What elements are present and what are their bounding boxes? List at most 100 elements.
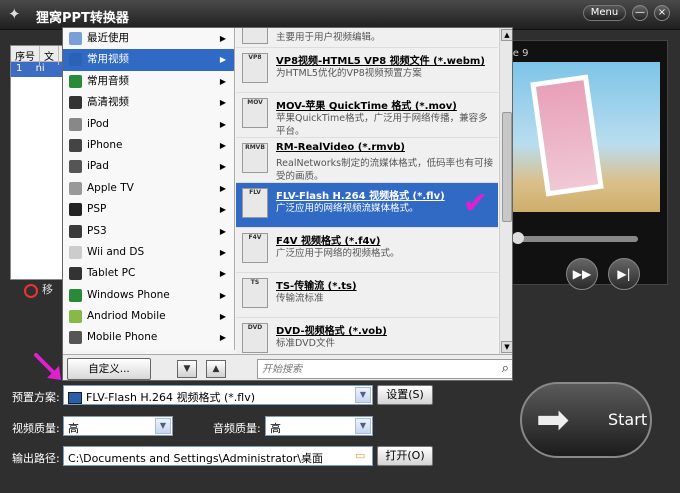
- output-path-value: C:\Documents and Settings\Administrator\…: [68, 452, 324, 465]
- fast-forward-icon: ▶▶: [572, 267, 592, 281]
- scroll-up-icon[interactable]: ▲: [501, 29, 512, 41]
- preset-select[interactable]: FLV-Flash H.264 视频格式 (*.flv) ▼: [63, 385, 373, 405]
- category-icon: [69, 203, 82, 217]
- seek-handle[interactable]: [512, 232, 524, 244]
- category-item[interactable]: Mobile Phone ▶: [63, 327, 234, 348]
- format-title: TS-传输流 (*.ts): [276, 281, 357, 292]
- category-icon: [69, 138, 82, 152]
- chevron-right-icon: ▶: [219, 55, 226, 65]
- start-label: Start: [608, 410, 648, 429]
- category-label: 最近使用: [87, 32, 129, 44]
- move-down-button[interactable]: ▼: [177, 360, 197, 378]
- video-quality-label: 视频质量:: [12, 422, 60, 435]
- format-item[interactable]: MOV MOV-苹果 QuickTime 格式 (*.mov) 苹果QuickTim…: [236, 93, 498, 138]
- format-item[interactable]: FLV FLV-Flash H.264 视频格式 (*.flv) 广泛应用的网络视频…: [236, 183, 498, 228]
- move-up-button[interactable]: ▲: [206, 360, 226, 378]
- category-label: PS3: [87, 224, 107, 237]
- category-item[interactable]: PSP ▶: [63, 199, 234, 220]
- flv-icon: [68, 392, 82, 404]
- menu-button-label: Menu: [590, 7, 619, 18]
- category-item[interactable]: 高清视频 ▶: [63, 92, 234, 113]
- format-item[interactable]: TS TS-传输流 (*.ts) 传输流标准: [236, 273, 498, 318]
- format-item[interactable]: VP8 VP8视频-HTML5 VP8 视频文件 (*.webm) 为HTML5优化…: [236, 48, 498, 93]
- open-button-label: 打开(O): [385, 449, 425, 462]
- category-item[interactable]: Wii and DS ▶: [63, 242, 234, 263]
- category-label: Windows Phone: [87, 288, 170, 301]
- format-scrollbar[interactable]: ▲ ▼: [499, 28, 512, 354]
- category-item[interactable]: iPad ▶: [63, 156, 234, 177]
- category-item[interactable]: 常用视频 ▶: [63, 49, 234, 71]
- chevron-right-icon: ▶: [219, 312, 226, 322]
- app-title: 狸窝PPT转换器: [36, 11, 129, 26]
- app-logo-icon: ✦: [8, 5, 21, 23]
- title-bar: ✦ 狸窝PPT转换器 Menu — ×: [0, 0, 680, 30]
- fast-forward-button[interactable]: ▶▶: [566, 258, 598, 290]
- start-button[interactable]: ➡ Start: [520, 382, 652, 458]
- category-label: iPad: [87, 160, 109, 173]
- video-quality-value: 高: [68, 422, 79, 435]
- format-item[interactable]: DVD DVD-视频格式 (*.vob) 标准DVD文件: [236, 318, 498, 354]
- move-up-icon: ▲: [212, 364, 220, 374]
- category-item[interactable]: 最近使用 ▶: [63, 28, 234, 49]
- folder-icon[interactable]: ▭: [355, 449, 369, 462]
- remove-button[interactable]: 移: [10, 281, 70, 301]
- scroll-thumb[interactable]: [502, 112, 512, 222]
- format-item[interactable]: 主要用于用户视频编辑。: [236, 28, 498, 48]
- close-button[interactable]: ×: [654, 5, 670, 21]
- category-item[interactable]: PS3 ▶: [63, 221, 234, 242]
- category-item[interactable]: Apple TV ▶: [63, 178, 234, 199]
- category-icon: [69, 224, 82, 238]
- file-list-header: 序号文: [11, 46, 69, 65]
- category-label: 常用音频: [87, 74, 129, 87]
- category-icon: [69, 181, 82, 195]
- category-item[interactable]: 常用音频 ▶: [63, 71, 234, 92]
- category-item[interactable]: Andriod Mobile ▶: [63, 306, 234, 327]
- settings-button[interactable]: 设置(S): [377, 385, 433, 405]
- file-list[interactable]: 序号文 1 ni: [10, 45, 70, 280]
- format-desc: 标准DVD文件: [276, 338, 335, 349]
- chevron-right-icon: ▶: [219, 333, 226, 343]
- seek-bar[interactable]: [512, 236, 638, 242]
- app-window: ✦ 狸窝PPT转换器 Menu — × 序号文 1 ni 移 le 9 ▶▶ ▶…: [0, 0, 680, 493]
- chevron-down-icon[interactable]: ▼: [355, 387, 371, 403]
- search-icon[interactable]: ⌕: [502, 361, 509, 376]
- chevron-right-icon: ▶: [219, 269, 226, 279]
- checkmark-icon: ✔: [462, 186, 488, 221]
- chevron-right-icon: ▶: [219, 226, 226, 236]
- category-label: iPhone: [87, 138, 123, 151]
- category-label: iPod: [87, 117, 109, 130]
- menu-button[interactable]: Menu: [583, 5, 626, 21]
- format-title: F4V 视频格式 (*.f4v): [276, 236, 381, 247]
- format-icon: RMVB: [242, 143, 268, 173]
- category-item[interactable]: iPod ▶: [63, 114, 234, 135]
- category-item[interactable]: Tablet PC ▶: [63, 263, 234, 284]
- category-label: PSP: [87, 203, 107, 216]
- scroll-down-icon[interactable]: ▼: [501, 341, 512, 353]
- output-path-field[interactable]: C:\Documents and Settings\Administrator\…: [63, 446, 373, 466]
- popup-footer: 自定义... ▼ ▲ ⌕: [63, 354, 512, 380]
- custom-button[interactable]: 自定义...: [67, 358, 151, 380]
- video-quality-select[interactable]: 高 ▼: [63, 416, 173, 436]
- search-box[interactable]: ⌕: [257, 359, 512, 379]
- audio-quality-select[interactable]: 高 ▼: [265, 416, 373, 436]
- format-icon: [242, 28, 268, 44]
- search-input[interactable]: [258, 360, 484, 378]
- file-row[interactable]: 1 ni: [11, 62, 69, 77]
- format-item[interactable]: F4V F4V 视频格式 (*.f4v) 广泛应用于网络的视频格式。: [236, 228, 498, 273]
- category-item[interactable]: iPhone ▶: [63, 135, 234, 156]
- format-desc: 苹果QuickTime格式，广泛用于网络传播，兼容多平台。: [276, 113, 488, 137]
- format-desc: 广泛应用于网络的视频格式。: [276, 248, 400, 259]
- format-icon: FLV: [242, 188, 268, 218]
- next-button[interactable]: ▶|: [608, 258, 640, 290]
- format-icon: DVD: [242, 323, 268, 353]
- minimize-button[interactable]: —: [632, 5, 648, 21]
- minimize-icon: —: [635, 7, 645, 18]
- start-arrow-icon: ➡: [536, 397, 570, 443]
- category-icon: [69, 96, 82, 110]
- chevron-down-icon[interactable]: ▼: [155, 418, 171, 434]
- category-item[interactable]: Windows Phone ▶: [63, 285, 234, 306]
- open-button[interactable]: 打开(O): [377, 446, 433, 466]
- category-icon: [69, 160, 82, 174]
- format-item[interactable]: RMVB RM-RealVideo (*.rmvb) RealNetworks制定的…: [236, 138, 498, 183]
- chevron-down-icon[interactable]: ▼: [355, 418, 371, 434]
